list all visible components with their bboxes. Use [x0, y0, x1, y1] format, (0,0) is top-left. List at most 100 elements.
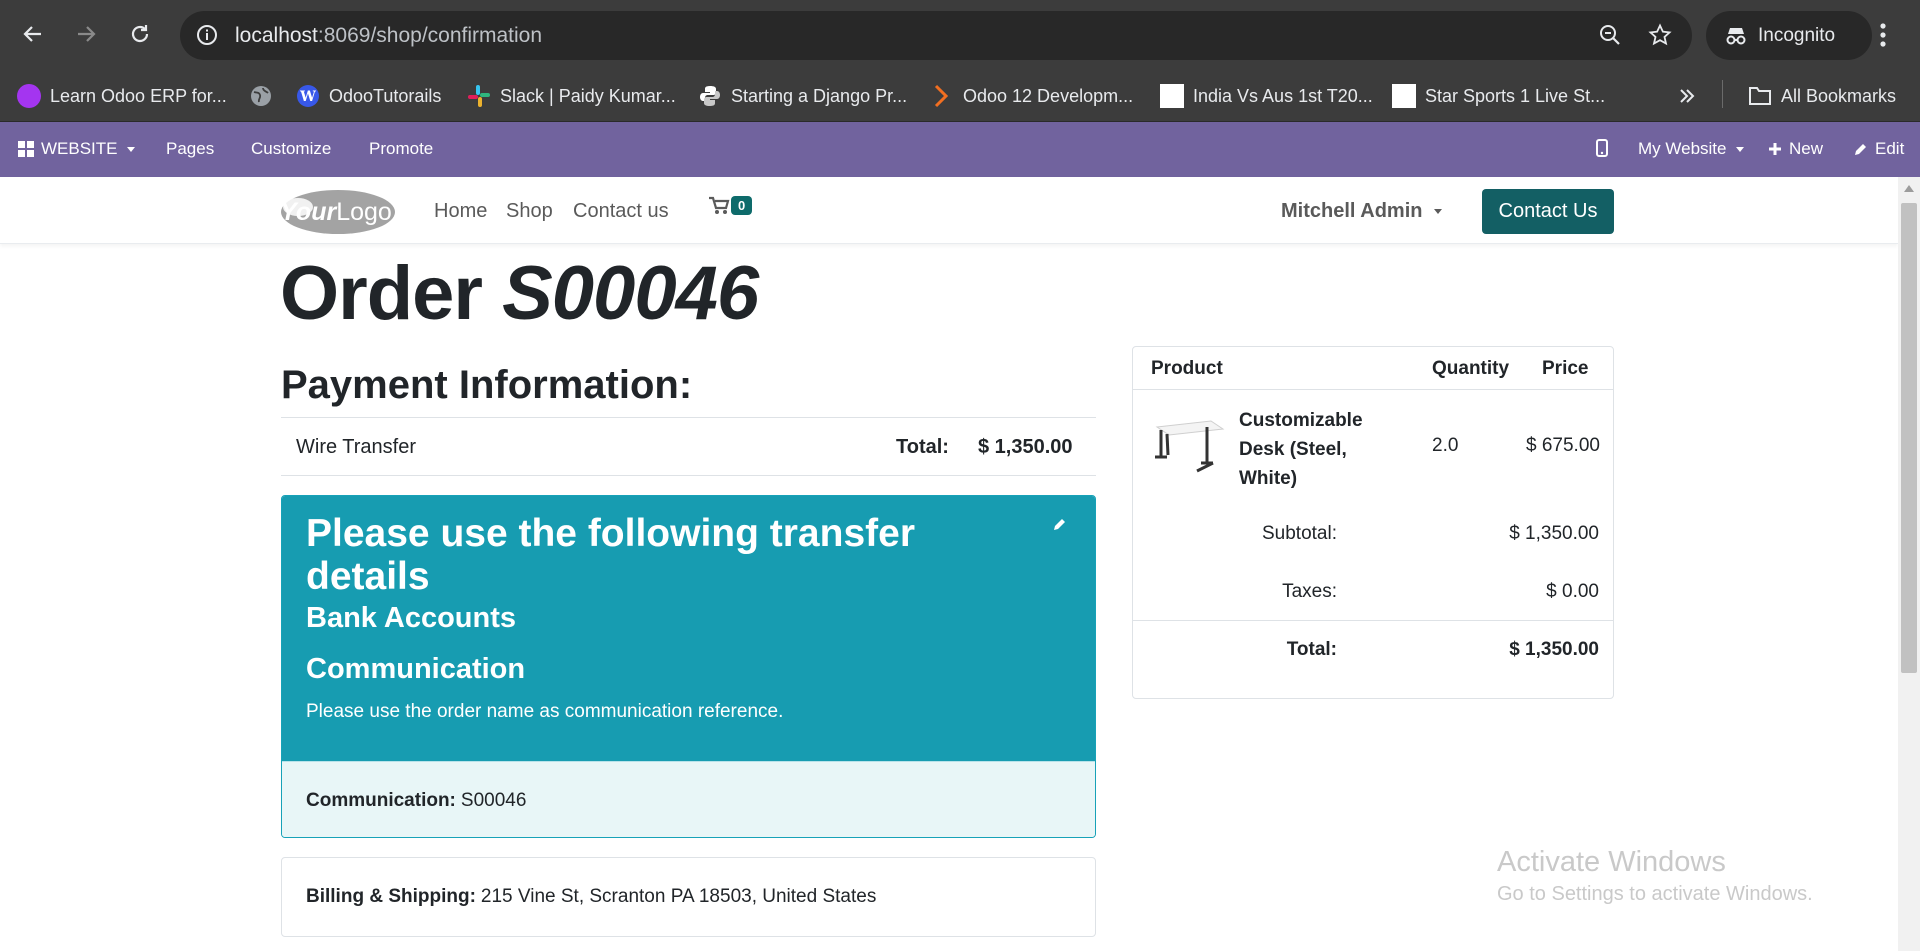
- incognito-icon: [1726, 27, 1746, 44]
- payment-method: Wire Transfer: [296, 436, 417, 458]
- communication-heading: Communication: [306, 653, 526, 685]
- all-bookmarks-label: All Bookmarks: [1781, 85, 1897, 106]
- website-admin-bar: WEBSITE Pages Customize Promote My Websi…: [0, 122, 1920, 177]
- nav-home[interactable]: Home: [434, 200, 487, 223]
- caret-down-icon: [1434, 209, 1443, 214]
- page-title: Order S00046: [280, 250, 759, 337]
- divider: [1133, 389, 1613, 390]
- product-name[interactable]: Customizable Desk (Steel, White): [1239, 406, 1399, 493]
- url-path: :8069/shop/confirmation: [317, 24, 543, 47]
- bookmark-label: Odoo 12 Developm...: [963, 85, 1134, 106]
- bookmark-item[interactable]: [249, 82, 273, 110]
- my-website-switcher[interactable]: My Website: [1638, 139, 1744, 159]
- udemy-icon: [17, 84, 41, 108]
- apps-grid-icon: [18, 141, 34, 157]
- scroll-up-arrow-icon[interactable]: [1904, 185, 1914, 192]
- col-header-quantity: Quantity: [1432, 358, 1510, 379]
- bookmark-label: India Vs Aus 1st T20...: [1193, 85, 1373, 106]
- pencil-icon: [1855, 143, 1866, 155]
- site-info-icon[interactable]: [196, 24, 218, 51]
- watermark-title: Activate Windows: [1497, 846, 1726, 878]
- cart-link[interactable]: [708, 196, 730, 221]
- order-summary-card: Product Quantity Price Customizable Desk…: [1132, 346, 1614, 699]
- forward-button[interactable]: [71, 19, 101, 49]
- nav-contact-us[interactable]: Contact us: [573, 200, 669, 223]
- caret-down-icon: [1735, 146, 1744, 152]
- bookmark-star-icon[interactable]: [1648, 23, 1672, 52]
- transfer-details-body: Please use the following transfer detail…: [282, 496, 1095, 761]
- zoom-icon[interactable]: [1598, 23, 1622, 52]
- nav-shop[interactable]: Shop: [506, 200, 553, 223]
- cart-count-badge: 0: [731, 196, 753, 215]
- folder-icon: [1749, 87, 1771, 105]
- order-number: S00046: [502, 251, 759, 336]
- bookmark-label: OdooTutorails: [329, 85, 442, 106]
- site-logo[interactable]: YourLogo: [280, 187, 396, 235]
- svg-text:YourLogo: YourLogo: [280, 198, 392, 226]
- col-header-product: Product: [1151, 358, 1223, 379]
- reload-icon: [131, 25, 149, 43]
- taxes-value: $ 0.00: [1546, 581, 1599, 602]
- edit-page-button[interactable]: Edit: [1853, 139, 1904, 159]
- incognito-label: Incognito: [1758, 24, 1836, 46]
- customize-menu[interactable]: Customize: [251, 139, 331, 159]
- browser-toolbar: localhost:8069/shop/confirmation Incogni…: [0, 0, 1920, 70]
- pencil-icon[interactable]: [1052, 516, 1068, 537]
- url-host: localhost: [235, 24, 318, 47]
- bookmark-item[interactable]: Star Sports 1 Live St...: [1392, 82, 1605, 110]
- mobile-preview-button[interactable]: [1596, 139, 1608, 157]
- pages-menu[interactable]: Pages: [166, 139, 214, 159]
- bookmarks-overflow-button[interactable]: [1678, 82, 1696, 110]
- bookmark-item[interactable]: W OdooTutorails: [296, 82, 441, 110]
- bookmark-item[interactable]: Learn Odoo ERP for...: [17, 82, 227, 110]
- browser-menu-button[interactable]: [1878, 18, 1888, 57]
- subtotal-value: $ 1,350.00: [1509, 523, 1599, 544]
- new-content-button[interactable]: New: [1768, 139, 1823, 159]
- back-button[interactable]: [18, 19, 48, 49]
- caret-down-icon: [126, 146, 135, 152]
- bookmark-label: Star Sports 1 Live St...: [1425, 85, 1606, 106]
- arrow-right-icon: [78, 26, 96, 42]
- product-quantity: 2.0: [1432, 435, 1459, 456]
- bookmark-item[interactable]: Starting a Django Pr...: [698, 82, 907, 110]
- payment-total-value: $ 1,350.00: [978, 436, 1073, 458]
- bank-accounts-heading: Bank Accounts: [306, 602, 517, 634]
- pages-label: Pages: [166, 139, 215, 158]
- python-icon: [700, 86, 720, 106]
- globe-icon: [251, 86, 271, 106]
- billing-address: 215 Vine St, Scranton PA 18503, United S…: [480, 886, 877, 907]
- total-label: Total:: [1286, 639, 1337, 660]
- payment-info-heading: Payment Information:: [281, 363, 693, 407]
- website-menu-toggle[interactable]: WEBSITE: [18, 139, 135, 159]
- communication-reference: Communication: S00046: [282, 761, 1095, 837]
- promote-label: Promote: [369, 139, 434, 158]
- incognito-indicator[interactable]: Incognito: [1706, 11, 1872, 60]
- taxes-label: Taxes:: [1282, 581, 1337, 602]
- all-bookmarks-button[interactable]: All Bookmarks: [1748, 82, 1896, 110]
- user-menu[interactable]: Mitchell Admin: [1281, 200, 1443, 223]
- edit-label: Edit: [1875, 139, 1905, 158]
- bookmark-item[interactable]: India Vs Aus 1st T20...: [1160, 82, 1373, 110]
- website-label: WEBSITE: [41, 139, 118, 158]
- svg-text:W: W: [299, 89, 316, 105]
- promote-menu[interactable]: Promote: [369, 139, 433, 159]
- page-scrollbar[interactable]: [1898, 177, 1920, 951]
- product-image[interactable]: [1151, 417, 1227, 473]
- bookmarks-divider: [1722, 80, 1723, 108]
- url-text[interactable]: localhost:8069/shop/confirmation: [235, 24, 542, 48]
- activate-windows-watermark: Activate Windows Go to Settings to activ…: [1497, 846, 1813, 906]
- blank-page-icon: [1160, 84, 1184, 108]
- bookmark-label: Slack | Paidy Kumar...: [500, 85, 676, 106]
- reload-button[interactable]: [125, 19, 155, 49]
- bookmark-item[interactable]: Odoo 12 Developm...: [932, 82, 1133, 110]
- communication-note: Please use the order name as communicati…: [306, 701, 784, 722]
- col-header-price: Price: [1542, 358, 1589, 379]
- bookmark-label: Starting a Django Pr...: [731, 85, 908, 106]
- transfer-details-alert: Please use the following transfer detail…: [281, 495, 1096, 838]
- wordpress-icon: W: [297, 85, 319, 107]
- contact-us-button[interactable]: Contact Us: [1482, 189, 1614, 234]
- scroll-thumb[interactable]: [1901, 203, 1917, 673]
- bookmark-item[interactable]: Slack | Paidy Kumar...: [467, 82, 676, 110]
- arrow-left-icon: [23, 26, 41, 42]
- address-bar[interactable]: localhost:8069/shop/confirmation: [180, 11, 1692, 60]
